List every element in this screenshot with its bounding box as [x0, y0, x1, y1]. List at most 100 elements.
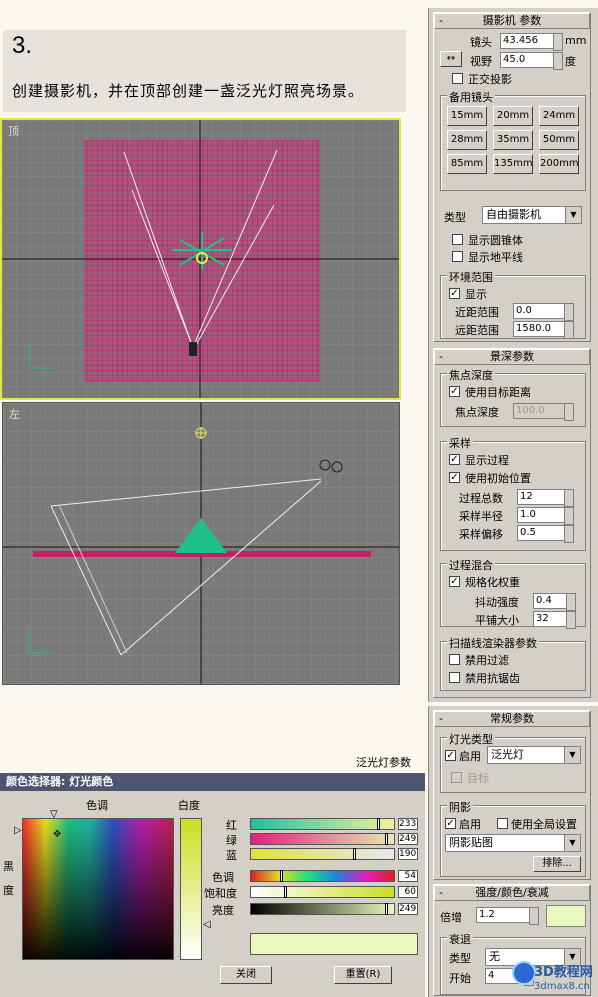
show-cone-checkbox[interactable] [452, 234, 463, 245]
color-row-value[interactable]: 249 [398, 903, 418, 915]
camera-type-dropdown[interactable]: 自由摄影机 ▼ [482, 206, 582, 224]
lens-input[interactable]: 43.456 [500, 33, 563, 51]
lens-28mm-button[interactable]: 28mm [447, 130, 487, 150]
color-row-value[interactable]: 54 [398, 870, 418, 882]
blackness-label: 黑度 [3, 860, 14, 897]
watermark-logo: 3D教程网 3dmax8.cn [512, 961, 598, 997]
dof-rollout-title: 景深参数 [490, 350, 534, 363]
lens-unit: mm [565, 34, 587, 47]
dof-rollout-header[interactable]: - 景深参数 [434, 349, 590, 365]
chevron-down-icon: ▼ [565, 207, 581, 223]
shadow-on-label: 启用 [459, 818, 481, 831]
viewport-top[interactable]: 顶 [0, 118, 401, 400]
color-row-value[interactable]: 233 [398, 818, 418, 830]
stock-lenses-group: 备用镜头 15mm 20mm 24mm 28mm 35mm 50mm 85mm … [440, 89, 586, 191]
shadows-group: 阴影 ✓ 启用 使用全局设置 阴影贴图 ▼ 排除... [440, 799, 586, 877]
near-range-input[interactable]: 0.0 [513, 303, 574, 321]
chevron-down-icon: ▼ [564, 747, 580, 763]
camera-rollout-header[interactable]: - 摄影机 参数 [434, 13, 590, 29]
lens-24mm-button[interactable]: 24mm [539, 106, 579, 126]
far-range-input[interactable]: 1580.0 [513, 321, 574, 339]
color-row-value[interactable]: 60 [398, 886, 418, 898]
lens-50mm-button[interactable]: 50mm [539, 130, 579, 150]
sample-bias-input[interactable]: 0.5 [517, 525, 574, 543]
slider-thumb[interactable] [279, 870, 283, 882]
near-range-label: 近距范围 [455, 306, 499, 319]
shadow-type-dropdown[interactable]: 阴影贴图 ▼ [445, 834, 581, 852]
lens-85mm-button[interactable]: 85mm [447, 154, 487, 174]
shadow-on-checkbox[interactable]: ✓ [445, 818, 456, 829]
color-row-slider[interactable] [250, 833, 395, 845]
light-type-dropdown[interactable]: 泛光灯 ▼ [487, 746, 581, 764]
disable-filter-label: 禁用过滤 [465, 654, 509, 667]
slider-thumb[interactable] [284, 886, 288, 898]
pass-blending-group: 过程混合 ✓ 规格化权重 抖动强度 0.4 平铺大小 32 [440, 557, 586, 629]
use-original-location-label: 使用初始位置 [465, 472, 531, 485]
lens-20mm-button[interactable]: 20mm [493, 106, 533, 126]
viewport-top-canvas [2, 120, 399, 398]
target-checkbox[interactable] [451, 772, 462, 783]
use-target-distance-checkbox[interactable]: ✓ [449, 386, 460, 397]
color-row-value[interactable]: 249 [398, 833, 418, 845]
use-original-location-checkbox[interactable]: ✓ [449, 472, 460, 483]
color-row-value[interactable]: 190 [398, 848, 418, 860]
viewport-left[interactable]: 左 [2, 402, 400, 685]
color-row-label: 红 [226, 819, 237, 832]
slider-thumb[interactable] [384, 833, 388, 845]
camera-rollout-title: 摄影机 参数 [482, 14, 542, 27]
lens-15mm-button[interactable]: 15mm [447, 106, 487, 126]
intensity-rollout-header[interactable]: - 强度/颜色/衰减 [434, 885, 590, 901]
slider-thumb[interactable] [376, 818, 380, 830]
caption-omni-params: 泛光灯参数 [356, 756, 411, 769]
dither-strength-label: 抖动强度 [475, 596, 519, 609]
tile-size-label: 平铺大小 [475, 614, 519, 627]
env-show-checkbox[interactable]: ✓ [449, 288, 460, 299]
focal-depth-group: 焦点深度 ✓ 使用目标距离 焦点深度 100.0 [440, 367, 586, 427]
total-passes-label: 过程总数 [459, 492, 503, 505]
light-color-swatch[interactable] [546, 905, 586, 927]
type-label: 类型 [444, 211, 466, 224]
whiteness-bar[interactable] [180, 818, 202, 960]
multiplier-input[interactable]: 1.2 [476, 907, 539, 925]
camera-rollout: - 摄影机 参数 镜头 43.456 mm ↔ 视野 45.0 度 正交投影 备用… [433, 12, 591, 342]
hue-blackness-field[interactable]: ✥ [22, 818, 174, 960]
reset-button[interactable]: 重置(R) [334, 966, 392, 984]
disable-aa-checkbox[interactable] [449, 672, 460, 683]
lens-135mm-button[interactable]: 135mm [493, 154, 533, 174]
normalize-weights-checkbox[interactable]: ✓ [449, 576, 460, 587]
lens-35mm-button[interactable]: 35mm [493, 130, 533, 150]
whiteness-pointer-icon[interactable]: ◁ [203, 919, 211, 930]
slider-thumb[interactable] [384, 903, 388, 915]
total-passes-input[interactable]: 12 [517, 489, 574, 507]
color-row-label: 绿 [226, 834, 237, 847]
color-row-slider[interactable] [250, 903, 395, 915]
display-passes-checkbox[interactable]: ✓ [449, 454, 460, 465]
sample-radius-input[interactable]: 1.0 [517, 507, 574, 525]
color-row-slider[interactable] [250, 848, 395, 860]
step-number: 3. [12, 32, 33, 59]
general-rollout-header[interactable]: - 常规参数 [434, 711, 590, 727]
lens-200mm-button[interactable]: 200mm [539, 154, 579, 174]
dither-strength-input[interactable]: 0.4 [533, 593, 576, 611]
sampling-group: 采样 ✓ 显示过程 ✓ 使用初始位置 过程总数 12 采样半径 1.0 采样偏移… [440, 435, 586, 551]
color-row-slider[interactable] [250, 870, 395, 882]
exclude-button[interactable]: 排除... [533, 856, 581, 872]
slider-thumb[interactable] [353, 848, 357, 860]
fov-input[interactable]: 45.0 [500, 52, 563, 70]
color-row-label: 蓝 [226, 849, 237, 862]
color-row-slider[interactable] [250, 886, 395, 898]
show-horizon-checkbox[interactable] [452, 251, 463, 262]
tile-size-input[interactable]: 32 [533, 611, 576, 629]
focal-depth-input[interactable]: 100.0 [513, 403, 574, 421]
ortho-checkbox[interactable] [452, 73, 463, 84]
close-button[interactable]: 关闭 [220, 966, 272, 984]
use-global-checkbox[interactable] [497, 818, 508, 829]
color-row-slider[interactable] [250, 818, 395, 830]
light-on-checkbox[interactable]: ✓ [445, 750, 456, 761]
focal-depth-field-label: 焦点深度 [455, 406, 499, 419]
watermark-url: 3dmax8.cn [534, 981, 590, 992]
env-range-group: 环境范围 ✓ 显示 近距范围 0.0 远距范围 1580.0 [440, 269, 586, 339]
fov-direction-button[interactable]: ↔ [440, 51, 462, 67]
disable-filter-checkbox[interactable] [449, 654, 460, 665]
blackness-pointer-icon[interactable]: ▷ [14, 825, 22, 836]
